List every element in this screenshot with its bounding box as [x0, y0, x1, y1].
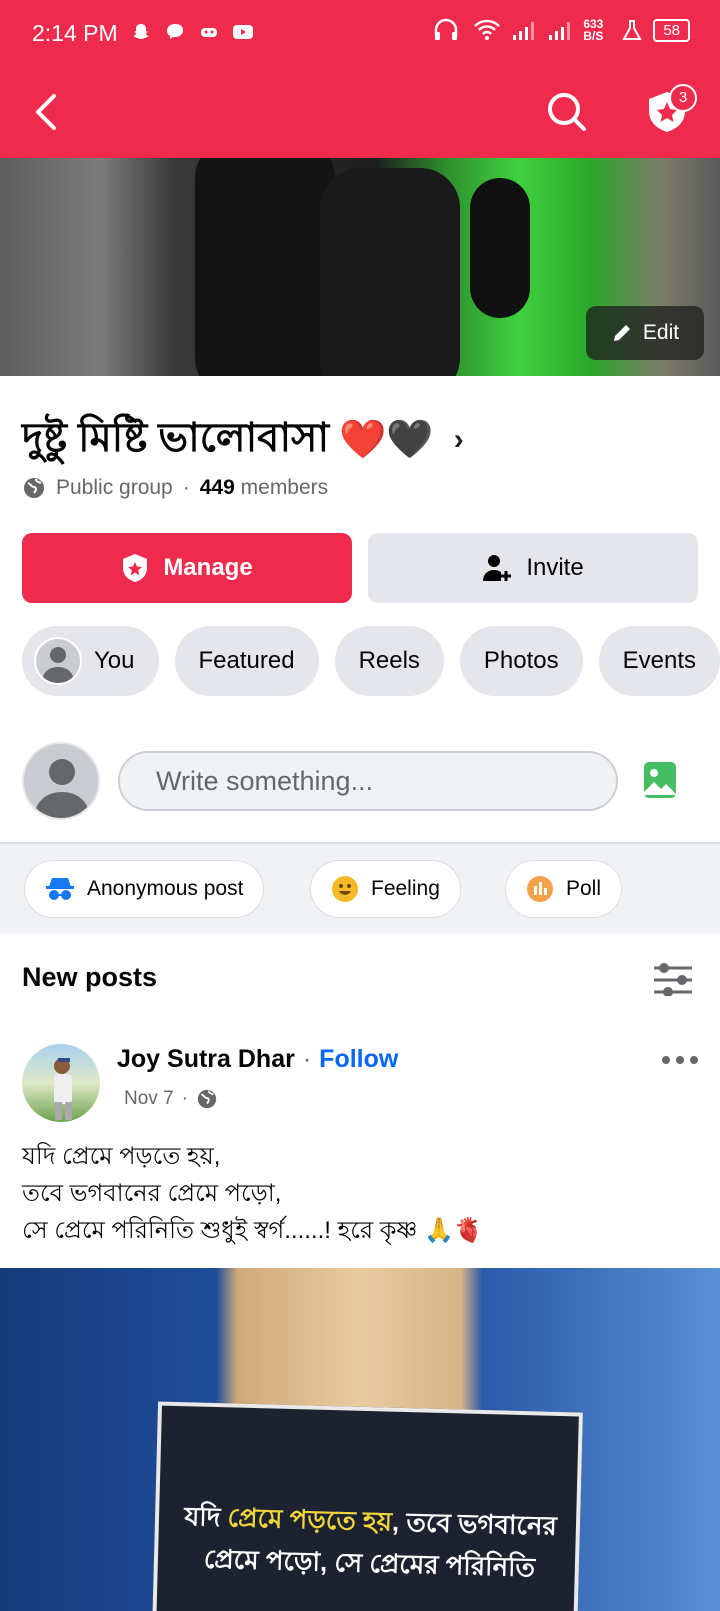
post-image-text: যদি প্রেমে পড়তে হয়, তবে ভগবানের প্রেমে… [169, 1495, 571, 1589]
manage-button[interactable]: Manage [22, 533, 352, 603]
top-bar [0, 70, 720, 158]
tab-featured-label: Featured [198, 647, 295, 674]
status-right: 633 B/S 58 [433, 18, 690, 42]
poll-label: Poll [566, 877, 602, 900]
group-name-emoji: ❤️🖤 [339, 418, 434, 461]
wifi-icon [474, 19, 501, 40]
feeling-label: Feeling [371, 877, 440, 900]
globe-icon [24, 478, 44, 498]
battery-indicator: 58 [653, 18, 690, 42]
author-separator: · [302, 1045, 312, 1073]
poll-button[interactable]: Poll [505, 860, 623, 918]
tab-reels-label: Reels [358, 647, 420, 674]
chevron-right-icon: › [453, 422, 464, 456]
invite-button[interactable]: Invite [368, 533, 698, 603]
image-text-4: প্রেমে পড়ো, সে প্রেমের পরিনিতি [203, 1543, 536, 1583]
anonymous-post-button[interactable]: Anonymous post [24, 860, 265, 918]
photo-icon[interactable] [642, 760, 678, 800]
filter-sliders-icon[interactable] [652, 960, 694, 996]
avatar [34, 637, 82, 685]
tab-you-label: You [94, 647, 135, 674]
cover-figure-right [320, 168, 460, 376]
post-header: Joy Sutra Dhar · Follow [117, 1045, 398, 1074]
tab-photos[interactable]: Photos [459, 626, 583, 696]
messenger-icon [167, 24, 183, 39]
date-separator: · [181, 1088, 188, 1109]
status-time: 2:14 PM [32, 20, 118, 46]
back-icon[interactable] [28, 90, 68, 134]
status-bar: 2:14 PM 633 B/S 58 [0, 0, 720, 70]
members-label: members [240, 476, 329, 499]
snapchat-icon [133, 24, 149, 39]
more-options-icon[interactable] [660, 1052, 700, 1068]
invite-label: Invite [526, 554, 584, 581]
feed-section-title: New posts [22, 962, 158, 992]
notification-badge: 3 [669, 84, 697, 112]
post-date[interactable]: Nov 7 [124, 1088, 174, 1110]
post-author-name[interactable]: Joy Sutra Dhar [117, 1045, 295, 1074]
meta-separator: · [182, 476, 190, 499]
lab-icon [622, 20, 642, 40]
image-text-2: প্রেমে পড়তে হয় [227, 1502, 393, 1537]
group-title[interactable]: দুষ্টু মিষ্টি ভালোবাসা ❤️🖤 › [22, 406, 464, 473]
anonymous-post-label: Anonymous post [87, 877, 244, 900]
incognito-icon [46, 878, 74, 900]
post-text: যদি প্রেমে পড়তে হয়, তবে ভগবানের প্রেমে… [22, 1143, 484, 1244]
pencil-icon [613, 325, 630, 341]
tab-you[interactable]: You [22, 626, 159, 696]
signal-icon-2 [549, 22, 571, 40]
group-privacy: Public group [56, 476, 173, 499]
cover-figure-left [195, 158, 335, 376]
feeling-button[interactable]: Feeling [310, 860, 461, 918]
follow-button[interactable]: Follow [319, 1045, 398, 1074]
tab-featured[interactable]: Featured [174, 626, 319, 696]
post-meta: Nov 7 · [124, 1088, 218, 1110]
signal-icon-1 [513, 22, 535, 40]
default-avatar-icon [42, 647, 74, 683]
edit-cover-label: Edit [642, 321, 680, 344]
post-author-avatar[interactable] [22, 1044, 100, 1122]
poll-icon [527, 876, 553, 902]
add-person-icon [483, 555, 512, 581]
member-count[interactable]: 449 [200, 476, 235, 499]
status-notification-icons [130, 22, 254, 42]
tab-reels[interactable]: Reels [334, 626, 444, 696]
smiley-icon [332, 876, 358, 902]
edit-cover-button[interactable]: Edit [586, 306, 704, 360]
author-photo-icon [54, 1058, 72, 1120]
tab-events-label: Events [622, 647, 697, 674]
globe-icon [197, 1089, 217, 1109]
tab-events[interactable]: Events [598, 626, 720, 696]
youtube-icon [233, 25, 253, 39]
default-avatar-icon [34, 759, 90, 818]
headphones-icon [435, 18, 458, 40]
tab-photos-label: Photos [483, 647, 559, 674]
net-speed: 633 B/S [583, 17, 604, 43]
group-meta: Public group · 449 members [22, 476, 328, 500]
composer-avatar[interactable] [22, 742, 100, 820]
image-text-3: , তবে ভগবানের [391, 1506, 558, 1541]
image-text-1: যদি [183, 1501, 221, 1533]
group-name: দুষ্টু মিষ্টি ভালোবাসা [22, 416, 330, 460]
admin-shield-icon [123, 554, 148, 582]
group-tabs: You Featured Reels Photos Events [22, 626, 720, 696]
manage-label: Manage [163, 554, 253, 581]
cover-hair [470, 178, 530, 318]
search-icon[interactable] [545, 90, 589, 134]
write-something-input[interactable]: Write something... [118, 751, 618, 811]
game-icon [201, 28, 217, 37]
